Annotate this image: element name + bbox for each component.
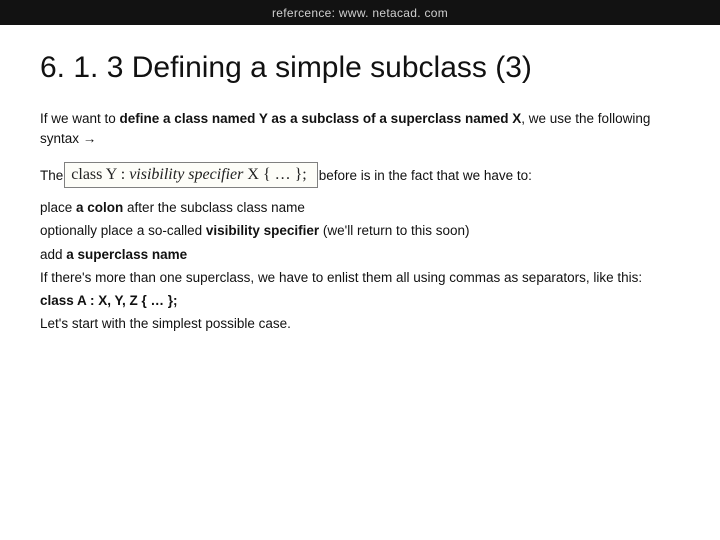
li3-b: a superclass name xyxy=(66,247,187,262)
intro-text-bold: define a class named Y as a subclass of … xyxy=(120,111,522,126)
li2-c: (we'll return to this soon) xyxy=(319,223,469,238)
code-visibility-specifier: visibility specifier xyxy=(129,166,243,183)
list-item: optionally place a so-called visibility … xyxy=(40,221,680,241)
reference-text: refercence: www. netacad. com xyxy=(272,6,448,20)
li1-c: after the subclass class name xyxy=(123,200,305,215)
list-item: class A : X, Y, Z { … }; xyxy=(40,291,680,311)
li1-a: place xyxy=(40,200,76,215)
list-item: place a colon after the subclass class n… xyxy=(40,198,680,218)
code-t1: class Y : xyxy=(71,166,129,183)
syntax-after: before is in the fact that we have to: xyxy=(319,168,532,183)
intro-paragraph: If we want to define a class named Y as … xyxy=(40,109,680,148)
li2-b: visibility specifier xyxy=(206,223,319,238)
steps-list: place a colon after the subclass class n… xyxy=(40,198,680,335)
list-item: Let's start with the simplest possible c… xyxy=(40,314,680,334)
li1-b: a colon xyxy=(76,200,123,215)
intro-text-a: If we want to xyxy=(40,111,120,126)
syntax-line: The class Y : visibility specifier X { …… xyxy=(40,162,680,188)
li2-a: optionally place a so-called xyxy=(40,223,206,238)
syntax-codebox: class Y : visibility specifier X { … }; xyxy=(64,162,317,188)
code-t2: X { … }; xyxy=(243,166,306,183)
page-title: 6. 1. 3 Defining a simple subclass (3) xyxy=(40,51,680,85)
li5-code: class A : X, Y, Z { … }; xyxy=(40,293,178,308)
slide: refercence: www. netacad. com 6. 1. 3 De… xyxy=(0,0,720,540)
syntax-before: The xyxy=(40,168,63,183)
list-item: If there's more than one superclass, we … xyxy=(40,268,680,288)
reference-bar: refercence: www. netacad. com xyxy=(0,0,720,25)
li3-a: add xyxy=(40,247,66,262)
content-area: 6. 1. 3 Defining a simple subclass (3) I… xyxy=(0,25,720,338)
list-item: add a superclass name xyxy=(40,245,680,265)
